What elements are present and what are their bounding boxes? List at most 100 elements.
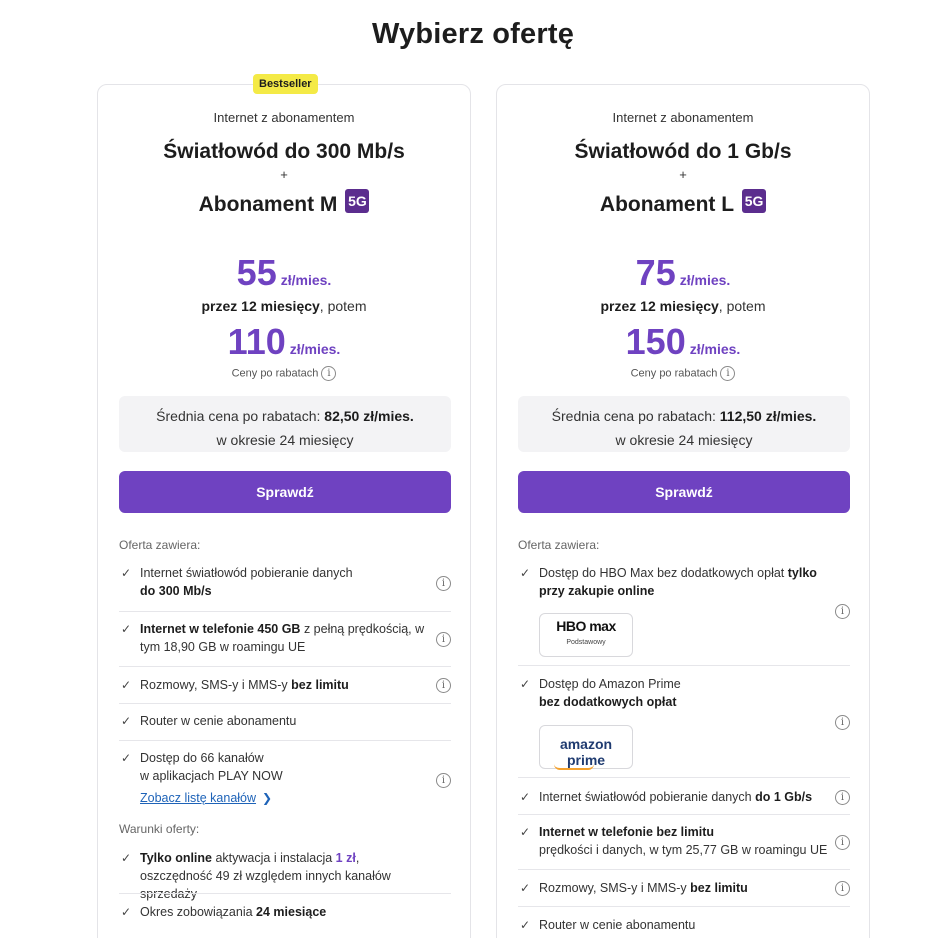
avg-period: w okresie 24 miesięcy — [216, 432, 354, 448]
feature-text: Internet światłowód pobieranie danych do… — [539, 790, 813, 804]
divider — [119, 893, 451, 894]
offer-card-1gbs: Internet z abonamentem Światłowód do 1 G… — [496, 84, 870, 938]
offer-includes-label: Oferta zawiera: — [119, 538, 201, 552]
divider — [119, 740, 451, 741]
info-icon[interactable]: i — [436, 773, 451, 788]
price-unit: zł/mies. — [689, 341, 741, 357]
info-icon[interactable]: i — [436, 576, 451, 591]
plan-subscription-name: Abonament M 5G — [98, 189, 470, 217]
price-unit: zł/mies. — [679, 272, 731, 288]
info-icon[interactable]: i — [835, 790, 850, 805]
check-icon: ✓ — [121, 566, 132, 580]
price-unit: zł/mies. — [289, 341, 341, 357]
avg-value: 82,50 zł/mies. — [324, 408, 414, 424]
avg-value: 112,50 zł/mies. — [719, 408, 817, 424]
feature-text: Internet światłowód pobieranie danych do … — [140, 566, 353, 598]
5g-icon: 5G — [345, 189, 370, 213]
avg-label: Średnia cena po rabatach: — [551, 408, 720, 424]
divider — [518, 906, 850, 907]
info-icon[interactable]: i — [835, 604, 850, 619]
promo-price: 75 zł/mies. — [497, 252, 869, 294]
plan-internet-name: Światłowód do 1 Gb/s — [574, 140, 792, 163]
check-icon: ✓ — [520, 881, 531, 895]
feature-item: ✓ Internet światłowód pobieranie danych … — [518, 788, 850, 806]
info-icon[interactable]: i — [436, 632, 451, 647]
card-subtitle: Internet z abonamentem — [612, 110, 754, 125]
feature-item: ✓ Dostęp do HBO Max bez dodatkowych opła… — [518, 564, 850, 619]
regular-price-value: 110 — [227, 321, 286, 362]
channel-list-link-row: Zobacz listę kanałów ❯ — [119, 789, 451, 807]
check-offer-button[interactable]: Sprawdź — [119, 471, 451, 513]
plus-sign: + — [280, 167, 288, 182]
average-price-box: Średnia cena po rabatach: 82,50 zł/mies.… — [119, 396, 451, 452]
check-offer-button[interactable]: Sprawdź — [518, 471, 850, 513]
hbo-max-plan: Podstawowy — [566, 639, 606, 646]
promo-price-value: 55 — [236, 252, 277, 293]
feature-text: Internet w telefonie bez limitu prędkości… — [539, 825, 828, 857]
divider — [518, 869, 850, 870]
avg-period: w okresie 24 miesięcy — [615, 432, 753, 448]
check-icon: ✓ — [121, 678, 132, 692]
check-icon: ✓ — [520, 566, 531, 580]
info-icon[interactable]: i — [720, 366, 736, 381]
check-icon: ✓ — [121, 905, 132, 919]
page-title: Wybierz ofertę — [371, 18, 575, 50]
channel-list-link[interactable]: Zobacz listę kanałów — [140, 791, 256, 805]
feature-text: Router w cenie abonamentu — [539, 918, 696, 932]
check-icon: ✓ — [520, 918, 531, 932]
discount-note-label: Ceny po rabatach — [231, 367, 319, 380]
plan-internet-name: Światłowód do 300 Mb/s — [163, 140, 405, 163]
plan-subscription-name: Abonament L 5G — [497, 189, 869, 217]
check-icon: ✓ — [520, 790, 531, 804]
info-icon[interactable]: i — [321, 366, 337, 381]
offer-includes-label: Oferta zawiera: — [518, 538, 600, 552]
offer-card-300mbs: Bestseller Internet z abonamentem Światł… — [97, 74, 471, 938]
check-icon: ✓ — [121, 851, 132, 865]
discount-note: Ceny po rabatach i — [497, 366, 869, 381]
period-rest: , potem — [319, 298, 367, 314]
info-icon[interactable]: i — [436, 678, 451, 693]
info-icon[interactable]: i — [835, 715, 850, 730]
feature-item: ✓ Internet w telefonie bez limitu prędkoś… — [518, 823, 850, 859]
feature-item: ✓ Rozmowy, SMS-y i MMS-y bez limitu i — [119, 676, 451, 694]
check-icon: ✓ — [121, 714, 132, 728]
plus-sign: + — [679, 167, 687, 182]
discount-note: Ceny po rabatach i — [98, 366, 470, 381]
bestseller-badge: Bestseller — [253, 74, 318, 94]
period-bold: przez 12 miesięcy — [201, 298, 320, 314]
feature-text: Router w cenie abonamentu — [140, 714, 297, 728]
feature-text: Dostęp do HBO Max bez dodatkowych opłat … — [539, 566, 817, 598]
divider — [119, 611, 451, 612]
feature-text: Rozmowy, SMS-y i MMS-y bez limitu — [140, 678, 349, 692]
check-icon: ✓ — [520, 825, 531, 839]
feature-item: ✓ Dostęp do Amazon Prime bez dodatkowych … — [518, 675, 850, 730]
check-icon: ✓ — [121, 751, 132, 765]
discount-note-label: Ceny po rabatach — [630, 367, 718, 380]
term-item: ✓ Okres zobowiązania 24 miesiące — [119, 903, 451, 921]
feature-text: Dostęp do Amazon Prime bez dodatkowych op… — [539, 677, 681, 709]
divider — [119, 666, 451, 667]
feature-text: Internet w telefonie 450 GB z pełną pręd… — [140, 622, 425, 654]
promo-price-value: 75 — [635, 252, 676, 293]
feature-text: Dostęp do 66 kanałów w aplikacjach PLAY N… — [140, 751, 283, 783]
subscription-label: Abonament M — [198, 193, 338, 216]
hbo-max-logo: HBO max Podstawowy — [539, 613, 633, 657]
period-bold: przez 12 miesięcy — [600, 298, 719, 314]
feature-text: Rozmowy, SMS-y i MMS-y bez limitu — [539, 881, 748, 895]
regular-price: 110 zł/mies. — [98, 321, 470, 363]
regular-price: 150 zł/mies. — [497, 321, 869, 363]
chevron-right-icon[interactable]: ❯ — [262, 791, 272, 805]
info-icon[interactable]: i — [835, 835, 850, 850]
divider — [518, 814, 850, 815]
price-unit: zł/mies. — [280, 272, 332, 288]
term-text: Tylko online aktywacja i instalacja 1 zł… — [140, 851, 391, 901]
divider — [518, 777, 850, 778]
average-price-box: Średnia cena po rabatach: 112,50 zł/mies… — [518, 396, 850, 452]
subscription-label: Abonament L — [599, 193, 735, 216]
promo-period: przez 12 miesięcy, potem — [98, 298, 470, 314]
feature-item: ✓ Rozmowy, SMS-y i MMS-y bez limitu i — [518, 879, 850, 897]
term-text: Okres zobowiązania 24 miesiące — [140, 905, 327, 919]
feature-item: ✓ Internet w telefonie 450 GB z pełną pr… — [119, 620, 451, 656]
feature-item: ✓ Internet światłowód pobieranie danych d… — [119, 564, 451, 600]
info-icon[interactable]: i — [835, 881, 850, 896]
